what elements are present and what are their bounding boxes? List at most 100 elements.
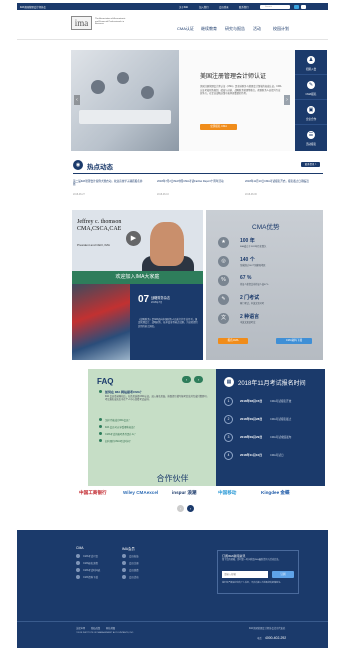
footer-link[interactable]: 会员权益 bbox=[129, 554, 139, 558]
footer-link[interactable]: CMA考试时间表 bbox=[83, 568, 100, 572]
quick-link-events[interactable]: ☰ 活动报名 bbox=[295, 125, 327, 150]
exam-row: 4 2018年11月10日 CMA考试日 bbox=[224, 450, 320, 464]
hero-cta-button[interactable]: 立即报名 CMA bbox=[200, 124, 237, 130]
news-date: 2018-08-16 bbox=[157, 194, 169, 196]
faq-link[interactable]: CMA考试的报考条件是什么？ bbox=[105, 432, 137, 436]
topbar-link-about[interactable]: 关于IMA bbox=[179, 5, 188, 9]
bullet-icon bbox=[99, 439, 102, 442]
exam-date: 2018年08月15日 bbox=[240, 399, 263, 403]
bullet-icon bbox=[99, 425, 102, 428]
partner-logo-wiley[interactable]: Wiley CMAexcel bbox=[123, 490, 158, 495]
subscribe-box: 订阅IMA新闻资讯 留下您的邮箱，即可第一时间获取IMA最新资讯与活动信息。 请… bbox=[217, 550, 299, 594]
link-icon bbox=[122, 568, 126, 572]
nav-education[interactable]: 继续教育 bbox=[201, 26, 217, 32]
play-icon[interactable]: ▶ bbox=[126, 231, 141, 246]
header: ima The Association of Accountants and F… bbox=[17, 10, 328, 40]
register-cma-button[interactable]: 报名CMA bbox=[218, 338, 248, 344]
faq-next-button[interactable]: › bbox=[194, 376, 203, 383]
footer-link[interactable]: CMA报名流程 bbox=[83, 561, 98, 565]
news-item[interactable]: 第二届IMA管理会计案例大赛启动，欢迎高校学子踊跃报名参赛 bbox=[73, 180, 145, 187]
footer-link[interactable]: 会员续费 bbox=[129, 568, 139, 572]
quick-link-enterprise[interactable]: ▣ 企业合作 bbox=[295, 100, 327, 125]
nav-campus[interactable]: 校园计划 bbox=[273, 26, 289, 32]
footer-link-legal[interactable]: 法律声明 bbox=[76, 626, 85, 630]
footer-col-title: IMA会员 bbox=[122, 547, 135, 551]
weibo-icon[interactable] bbox=[294, 4, 299, 9]
email-field[interactable]: 请输入邮箱 bbox=[222, 571, 268, 578]
wechat-icon[interactable] bbox=[301, 4, 306, 9]
partner-logo-inspur[interactable]: inspur 浪潮 bbox=[172, 490, 197, 496]
quick-link-register[interactable]: ✎ CMA报名 bbox=[295, 75, 327, 100]
address: IMA美国管理会计师协会北京代表处 bbox=[249, 628, 286, 630]
footer-link[interactable]: CMA资料下载 bbox=[83, 575, 98, 579]
magazine-description: 《战略财务》是IMA面向中国财务人员发行的专业月刊，涵盖管理会计、战略财务、技术… bbox=[138, 319, 198, 328]
link-icon bbox=[76, 568, 80, 572]
exam-schedule: ▦ 2018年11月考试报名时间 1 2018年08月15日 CMA考试报名开放… bbox=[216, 369, 325, 486]
magazine-card[interactable]: 07 战略财务杂志 2018年7月 《战略财务》是IMA面向中国财务人员发行的专… bbox=[72, 284, 203, 360]
news-more-button[interactable]: 更多资讯 > bbox=[301, 162, 320, 167]
advantage-value: 100 年 bbox=[240, 238, 255, 244]
phone-number: 4000-402-292 bbox=[265, 636, 287, 640]
footer-link[interactable]: CMA考试介绍 bbox=[83, 554, 98, 558]
nav-events[interactable]: 活动 bbox=[253, 26, 261, 32]
search-input[interactable]: Search bbox=[260, 4, 290, 9]
hero-next-button[interactable]: › bbox=[284, 95, 290, 105]
exam-desc: CMA考试日 bbox=[270, 454, 284, 457]
link-icon bbox=[76, 561, 80, 565]
person-shape bbox=[91, 80, 105, 94]
partner-logo-cmcc[interactable]: 中国移动 bbox=[218, 490, 236, 496]
ceo-name: Jeffrey c. thomson CMA,CSCA,CAE bbox=[77, 219, 121, 233]
footer: CMA CMA考试介绍 CMA报名流程 CMA考试时间表 CMA资料下载 IMA… bbox=[17, 530, 328, 648]
link-icon bbox=[76, 554, 80, 558]
exam-desc: CMA考试报名截止 bbox=[270, 418, 292, 421]
advantage-value: 2 种语言 bbox=[240, 314, 260, 320]
exam-date: 2018年09月28日 bbox=[240, 417, 263, 421]
faq-link[interactable]: 怎样才能成为IMA会员？ bbox=[105, 418, 131, 422]
faq-link[interactable]: IMA 会员可以享受哪些权益？ bbox=[105, 425, 136, 429]
hero-prev-button[interactable]: ‹ bbox=[74, 95, 80, 105]
link-icon bbox=[76, 575, 80, 579]
link-icon bbox=[122, 561, 126, 565]
advantage-desc: 中英文双语考试 bbox=[240, 322, 256, 324]
topbar-link-contact[interactable]: 联系我们 bbox=[239, 5, 249, 9]
nav-research[interactable]: 研究与报告 bbox=[225, 26, 245, 32]
pen-icon: ✎ bbox=[218, 294, 229, 305]
faq-prev-button[interactable]: ‹ bbox=[182, 376, 191, 383]
partners-prev-button[interactable]: ‹ bbox=[177, 505, 184, 512]
copyright: ©2018 INSTITUTE OF MANAGEMENT ACCOUNTANT… bbox=[76, 632, 134, 634]
news-item[interactable]: 2018年11月10日CMA考试报名开启，报名截止日期临近 bbox=[245, 180, 317, 183]
page-frame: IMA美国管理会计师协会 关于IMA 加入我们 会员登录 联系我们 Search… bbox=[17, 0, 328, 648]
ima-logo[interactable]: ima bbox=[71, 16, 92, 30]
magazine-cover bbox=[72, 284, 130, 360]
language-icon: 文 bbox=[218, 313, 229, 324]
hero-carousel: ‹ 美国注册管理会计师认证 美国注册管理会计师认证（CMA）是全球财务与管理会计… bbox=[71, 50, 327, 151]
footer-link-sitemap[interactable]: 网站地图 bbox=[106, 626, 115, 630]
ceo-name-line1: Jeffrey c. thomson bbox=[77, 219, 122, 225]
quick-link-join[interactable]: ♟ 招募入会 bbox=[295, 50, 327, 75]
topbar-link-login[interactable]: 会员登录 bbox=[219, 5, 229, 9]
exam-date: 2018年09月29日 bbox=[240, 435, 263, 439]
calendar-icon: ▦ bbox=[224, 377, 234, 387]
download-cma-button[interactable]: CMA资料下载 bbox=[276, 338, 312, 344]
footer-link-privacy[interactable]: 隐私政策 bbox=[91, 626, 100, 630]
advantage-desc: IMA成立于1919年历史悠久 bbox=[240, 246, 267, 248]
cma-advantage: CMA优势 ★ 100 年 IMA成立于1919年历史悠久 ◎ 140 个 全球… bbox=[206, 210, 323, 360]
footer-link[interactable]: 会员活动 bbox=[129, 575, 139, 579]
news-title: 热点动态 bbox=[87, 164, 113, 171]
nav-cma[interactable]: CMA认证 bbox=[177, 26, 194, 32]
partner-logo-kingdee[interactable]: Kingdee 金蝶 bbox=[261, 490, 290, 496]
news-item[interactable]: 2018年7月2日IMA中国CMA考试Fairfax Report十周年活动 bbox=[157, 180, 229, 183]
exam-row: 1 2018年08月15日 CMA考试报名开放 bbox=[224, 396, 320, 410]
partners-next-button[interactable]: › bbox=[187, 505, 194, 512]
footer-link[interactable]: 会员注册 bbox=[129, 561, 139, 565]
percent-icon: % bbox=[218, 275, 229, 286]
topbar-link-join[interactable]: 加入我们 bbox=[199, 5, 209, 9]
divider bbox=[73, 173, 323, 174]
ceo-role: President and CEO, IMA bbox=[77, 243, 110, 247]
ceo-video[interactable]: Jeffrey c. thomson CMA,CSCA,CAE Presiden… bbox=[72, 210, 203, 284]
bullet-icon bbox=[99, 418, 102, 421]
exam-row: 3 2018年09月29日 CMA考试成绩发布 bbox=[224, 432, 320, 446]
subscribe-button[interactable]: 订阅 bbox=[272, 571, 294, 578]
partner-logo-icbc[interactable]: 中国工商银行 bbox=[79, 490, 107, 496]
faq-link[interactable]: 如何预约CMA考试时间？ bbox=[105, 439, 132, 443]
